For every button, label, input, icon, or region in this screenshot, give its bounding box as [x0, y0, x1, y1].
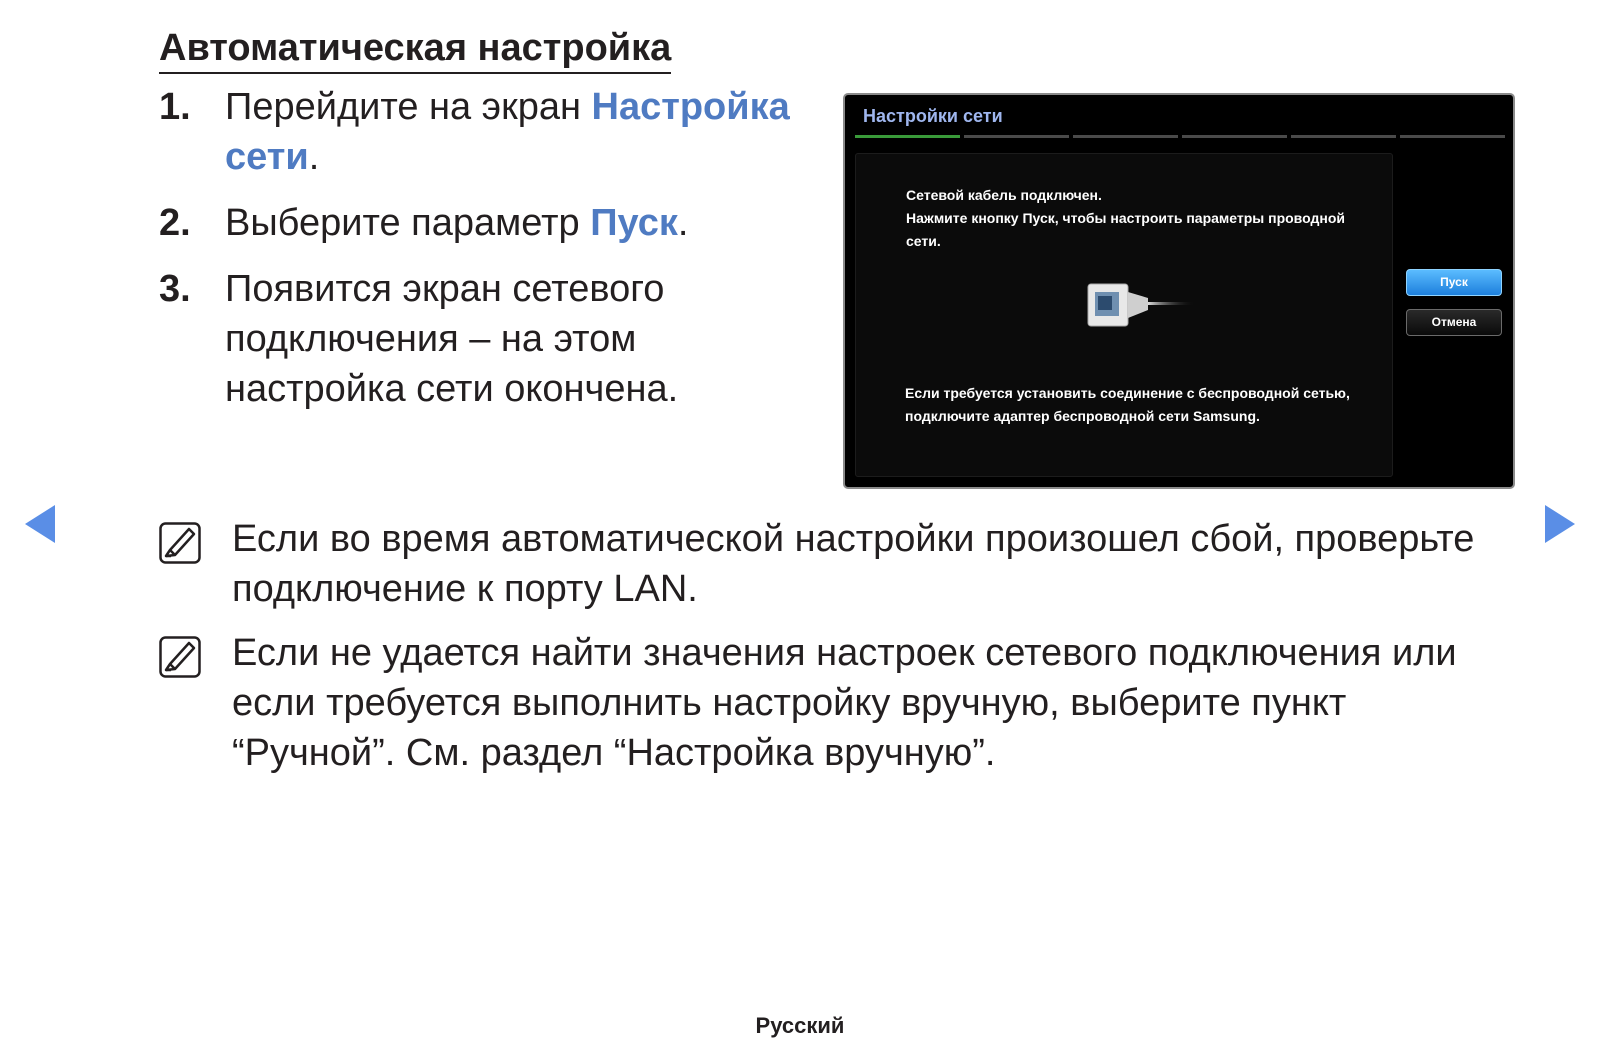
- step-text: Перейдите на экран Настройка сети.: [225, 82, 819, 182]
- cancel-button[interactable]: Отмена: [1406, 309, 1502, 336]
- note-text: Если не удается найти значения настроек …: [232, 632, 1457, 774]
- progress-segment: [1291, 135, 1396, 138]
- progress-segment: [964, 135, 1069, 138]
- progress-segment: [855, 135, 960, 138]
- step-text-after: .: [677, 202, 689, 244]
- note-2: Если не удается найти значения настроек …: [159, 628, 1509, 778]
- progress-segment: [1400, 135, 1505, 138]
- tv-progress-bar: [855, 135, 1505, 138]
- tv-wireless-hint: Если требуется установить соединение с б…: [905, 385, 1350, 424]
- step-number: 1.: [159, 86, 191, 128]
- lan-cable-icon: [1087, 283, 1196, 327]
- step-text: Выберите параметр Пуск.: [225, 198, 819, 248]
- start-button[interactable]: Пуск: [1406, 269, 1502, 296]
- page-title: Автоматическая настройка: [159, 24, 672, 74]
- step-1: 1. Перейдите на экран Настройка сети.: [159, 82, 819, 182]
- triangle-left-icon[interactable]: [25, 505, 55, 543]
- step-number: 2.: [159, 202, 191, 244]
- tv-message-line: Сетевой кабель подключен.: [906, 187, 1102, 203]
- progress-segment: [1182, 135, 1287, 138]
- tv-screenshot: Настройки сети Сетевой кабель подключен.…: [843, 93, 1515, 489]
- progress-segment: [1073, 135, 1178, 138]
- step-text: Появится экран сетевого подключения – на…: [225, 268, 679, 410]
- steps-list: 1. Перейдите на экран Настройка сети. 2.…: [159, 82, 819, 430]
- tv-message-line: Нажмите кнопку Пуск, чтобы настроить пар…: [906, 210, 1345, 249]
- step-number: 3.: [159, 268, 191, 310]
- step-2: 2. Выберите параметр Пуск.: [159, 198, 819, 248]
- note-text: Если во время автоматической настройки п…: [232, 518, 1475, 610]
- triangle-right-icon[interactable]: [1545, 505, 1575, 543]
- step-text-before: Выберите параметр: [225, 202, 591, 244]
- footer-language: Русский: [755, 1013, 845, 1038]
- tv-screen-title: Настройки сети: [863, 106, 1003, 126]
- note-pencil-icon: [159, 636, 201, 678]
- tv-message: Сетевой кабель подключен. Нажмите кнопку…: [906, 184, 1366, 253]
- step-3: 3. Появится экран сетевого подключения –…: [159, 264, 819, 414]
- highlight-start: Пуск: [590, 202, 678, 244]
- step-text-after: .: [308, 136, 320, 178]
- note-1: Если во время автоматической настройки п…: [159, 514, 1509, 614]
- note-pencil-icon: [159, 522, 201, 564]
- tv-content-panel: Сетевой кабель подключен. Нажмите кнопку…: [855, 153, 1393, 477]
- step-text-before: Перейдите на экран: [225, 86, 592, 128]
